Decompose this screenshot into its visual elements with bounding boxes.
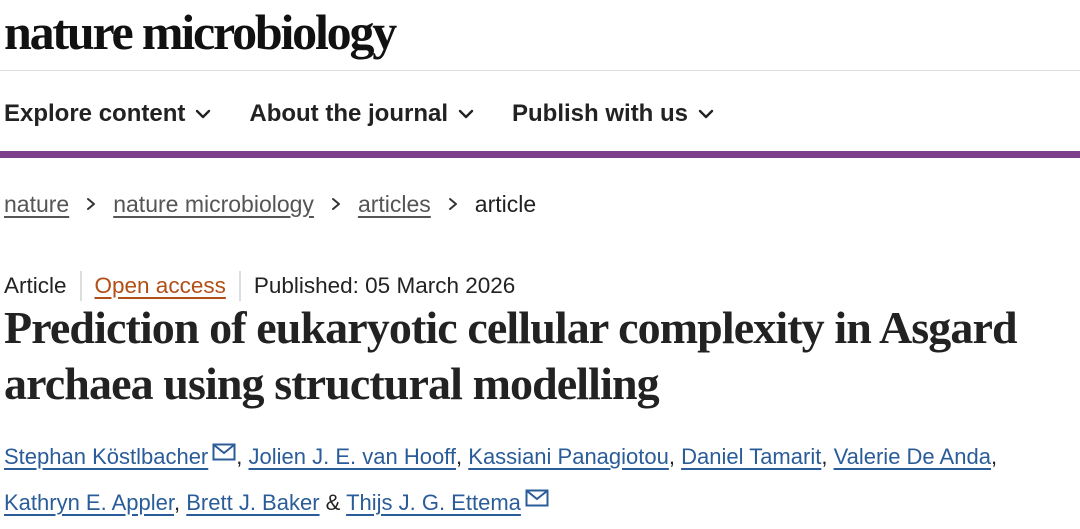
breadcrumb: nature nature microbiology articles arti… [4, 188, 536, 220]
nav-about-journal[interactable]: About the journal [249, 100, 474, 128]
author-link[interactable]: Jolien J. E. van Hooff [249, 444, 457, 469]
author-link[interactable]: Kathryn E. Appler [4, 490, 174, 515]
nav-publish-with-us[interactable]: Publish with us [512, 100, 714, 128]
breadcrumb-nature-microbiology[interactable]: nature microbiology [113, 191, 314, 218]
article-title: Prediction of eukaryotic cellular comple… [4, 302, 1018, 409]
header-divider [0, 70, 1080, 71]
author-link[interactable]: Thijs J. G. Ettema [346, 490, 521, 515]
journal-logo[interactable]: nature microbiology [4, 2, 397, 62]
author-link[interactable]: Kassiani Panagiotou [468, 444, 669, 469]
author-separator: , [990, 444, 998, 469]
chevron-down-icon [458, 109, 474, 119]
author-separator: , [668, 444, 675, 469]
accent-bar [0, 151, 1080, 158]
mail-icon[interactable] [212, 443, 236, 461]
open-access-link[interactable]: Open access [95, 273, 226, 299]
main-nav: Explore content About the journal Publis… [4, 97, 752, 131]
author-link[interactable]: Valerie De Anda [834, 444, 991, 469]
chevron-right-icon [448, 198, 457, 210]
nav-label: About the journal [249, 100, 449, 127]
breadcrumb-nature[interactable]: nature [4, 191, 69, 218]
nav-label: Explore content [4, 100, 186, 127]
nav-explore-content[interactable]: Explore content [4, 100, 211, 128]
chevron-down-icon [196, 109, 211, 119]
author-ampersand: & [325, 490, 341, 515]
author-separator: , [821, 444, 828, 469]
published-date: Published: 05 March 2026 [253, 273, 516, 298]
meta-divider [79, 271, 82, 301]
meta-divider [238, 271, 241, 301]
mail-icon[interactable] [525, 489, 549, 507]
author-separator: , [456, 444, 463, 469]
breadcrumb-articles[interactable]: articles [358, 191, 431, 218]
chevron-down-icon [698, 109, 714, 119]
nav-label: Publish with us [512, 100, 689, 127]
author-link[interactable]: Brett J. Baker [186, 490, 319, 515]
chevron-right-icon [87, 198, 96, 210]
author-separator: , [236, 444, 243, 469]
breadcrumb-current: article [474, 190, 537, 217]
author-link[interactable]: Daniel Tamarit [681, 444, 821, 469]
article-type: Article [4, 273, 67, 298]
article-meta: Article Open access Published: 05 March … [4, 270, 515, 302]
author-link[interactable]: Stephan Köstlbacher [4, 444, 208, 469]
author-list: Stephan Köstlbacher, Jolien J. E. van Ho… [4, 434, 1080, 526]
chevron-right-icon [331, 198, 340, 210]
author-separator: , [174, 490, 181, 515]
